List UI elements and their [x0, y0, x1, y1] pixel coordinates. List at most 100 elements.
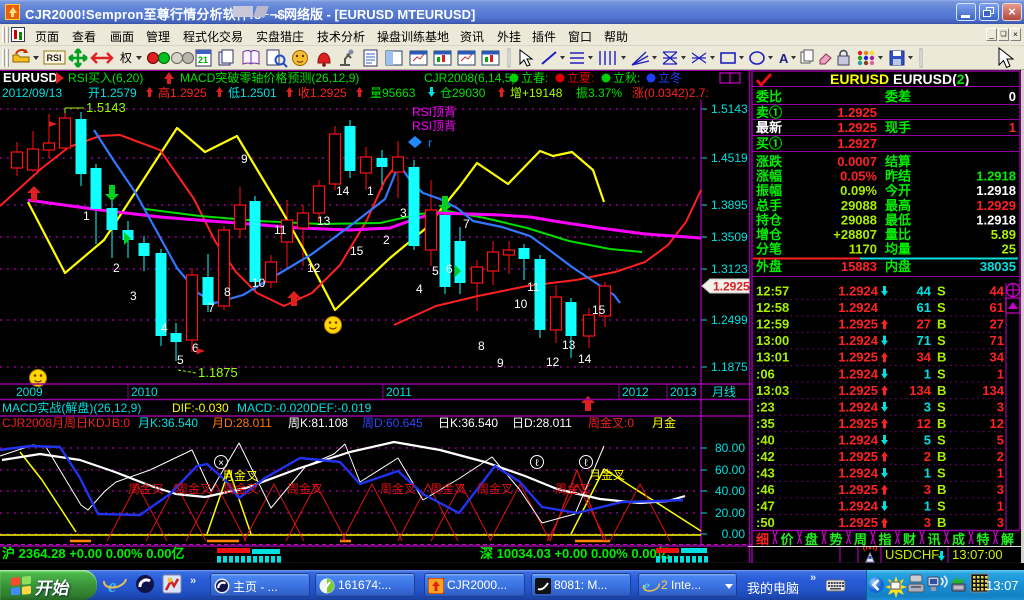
svg-text:1.2924: 1.2924: [838, 284, 879, 299]
svg-text:60.00: 60.00: [715, 463, 745, 477]
svg-text:71: 71: [917, 333, 931, 348]
svg-text:1: 1: [997, 466, 1004, 481]
svg-text:均量: 均量: [885, 242, 911, 257]
svg-text:1.2925: 1.2925: [838, 416, 878, 431]
svg-text:11: 11: [527, 280, 540, 294]
svg-text:40.00: 40.00: [715, 484, 745, 498]
svg-text::06: :06: [756, 366, 775, 381]
svg-text:34: 34: [990, 350, 1005, 365]
svg-text:5: 5: [997, 432, 1004, 447]
svg-text:周金叉: 周金叉: [287, 481, 323, 496]
svg-text:61: 61: [990, 300, 1004, 315]
svg-text:最新: 最新: [756, 120, 782, 135]
svg-text:立夏:: 立夏:: [567, 70, 594, 85]
svg-text:1.2924: 1.2924: [838, 466, 879, 481]
svg-text:20.00: 20.00: [715, 506, 745, 520]
svg-text:0.09%: 0.09%: [840, 183, 877, 198]
svg-text:权: 权: [120, 51, 132, 65]
svg-text:1: 1: [83, 209, 90, 223]
svg-text:卖①: 卖①: [756, 105, 782, 120]
svg-text:0.00: 0.00: [722, 527, 746, 541]
svg-text:S: S: [937, 300, 946, 315]
svg-text:周: 周: [854, 532, 867, 547]
svg-text:1: 1: [924, 366, 931, 381]
svg-text:21: 21: [198, 55, 208, 65]
svg-text:13:07: 13:07: [986, 578, 1019, 593]
svg-text:立秋:: 立秋:: [613, 70, 640, 85]
svg-text:8: 8: [478, 339, 485, 353]
svg-text:71: 71: [990, 333, 1004, 348]
svg-text:7: 7: [463, 217, 470, 231]
svg-text:月K:36.540: 月K:36.540: [138, 416, 198, 430]
svg-text:月线: 月线: [712, 385, 736, 399]
svg-text:13: 13: [317, 214, 331, 228]
svg-text:44: 44: [990, 284, 1005, 299]
svg-text:1.2918: 1.2918: [976, 212, 1016, 227]
svg-text:RSI: RSI: [46, 53, 61, 63]
svg-text:10: 10: [252, 276, 266, 290]
svg-text:5: 5: [177, 353, 184, 367]
svg-text:S: S: [937, 466, 946, 481]
svg-text:低1.2501: 低1.2501: [228, 86, 277, 100]
svg-text:1: 1: [997, 366, 1004, 381]
svg-text:12: 12: [546, 355, 560, 369]
svg-text:量95663: 量95663: [370, 86, 416, 100]
svg-text::35: :35: [756, 416, 775, 431]
svg-text::43: :43: [756, 466, 775, 481]
svg-text:3: 3: [997, 515, 1004, 530]
svg-text:1.2924: 1.2924: [838, 333, 879, 348]
svg-text:4: 4: [161, 321, 168, 335]
svg-text:11: 11: [274, 223, 287, 237]
svg-text:USDCHF: USDCHF: [885, 547, 939, 562]
svg-text:3: 3: [997, 399, 1004, 414]
svg-text:1.2918: 1.2918: [976, 183, 1016, 198]
svg-text:1.2499: 1.2499: [711, 313, 748, 327]
svg-text:1: 1: [1009, 120, 1016, 135]
svg-text:周K:81.108: 周K:81.108: [288, 416, 348, 430]
svg-text:4: 4: [416, 282, 423, 296]
svg-text:1.3123: 1.3123: [711, 262, 748, 276]
svg-text:B: B: [937, 515, 946, 530]
svg-text:月金叉: 月金叉: [222, 468, 258, 483]
svg-text:1: 1: [924, 499, 931, 514]
svg-text:15: 15: [350, 244, 364, 258]
svg-text:1.2927: 1.2927: [837, 136, 877, 151]
svg-text:今开: 今开: [884, 183, 911, 198]
svg-text:25: 25: [1002, 242, 1016, 257]
svg-text::50: :50: [756, 515, 775, 530]
svg-text:3: 3: [924, 399, 931, 414]
svg-text:MACD实战(解盘)(26,12,9): MACD实战(解盘)(26,12,9): [2, 400, 141, 415]
svg-text:12: 12: [990, 416, 1004, 431]
svg-text:开1.2579: 开1.2579: [88, 86, 137, 100]
svg-text:1170: 1170: [849, 242, 877, 257]
svg-text:12: 12: [307, 261, 321, 275]
svg-text:MACD突破零轴价格预测(26,12,9): MACD突破零轴价格预测(26,12,9): [180, 70, 359, 85]
svg-text:B: B: [937, 350, 946, 365]
svg-text:昨结: 昨结: [885, 169, 911, 184]
svg-text:12:59: 12:59: [756, 317, 789, 332]
svg-text:38035: 38035: [980, 259, 1016, 274]
svg-text:2: 2: [113, 261, 120, 275]
svg-text:B:0: B:0: [112, 416, 130, 430]
svg-text:高1.2925: 高1.2925: [158, 85, 207, 100]
svg-text:周金叉: 周金叉: [430, 481, 466, 496]
svg-text:1.2924: 1.2924: [838, 366, 879, 381]
svg-text:周D:60.645: 周D:60.645: [362, 416, 423, 430]
svg-text:13:03: 13:03: [756, 383, 789, 398]
svg-text:14: 14: [336, 184, 350, 198]
svg-text:外盘: 外盘: [755, 259, 782, 274]
svg-text:周金叉:0: 周金叉:0: [588, 415, 634, 430]
svg-text:EURUSD: EURUSD: [830, 71, 889, 87]
svg-text:1.2925: 1.2925: [838, 350, 878, 365]
svg-text::42: :42: [756, 449, 775, 464]
svg-text:12:58: 12:58: [756, 300, 789, 315]
svg-text:3: 3: [130, 289, 137, 303]
svg-text:最低: 最低: [885, 212, 911, 227]
svg-text:8: 8: [224, 285, 231, 299]
svg-text:44: 44: [917, 284, 932, 299]
svg-text:月D:28.011: 月D:28.011: [212, 416, 272, 430]
svg-text:增+19148: 增+19148: [510, 86, 563, 100]
svg-text:RSI买入(6,20): RSI买入(6,20): [68, 71, 143, 85]
svg-text:2: 2: [383, 233, 390, 247]
svg-text:29088: 29088: [841, 212, 877, 227]
